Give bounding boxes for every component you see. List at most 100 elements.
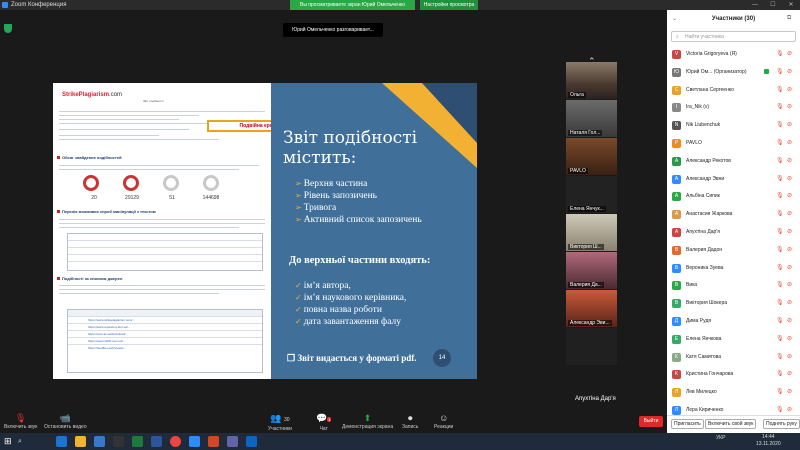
participant-row[interactable]: N Nik Liubenchuk 🎙 ⊘ — [667, 117, 800, 134]
camera-off-icon[interactable]: ⊘ — [787, 388, 792, 395]
participant-row[interactable]: I Ira_Nik (v) 🎙 ⊘ — [667, 99, 800, 116]
video-thumbnail[interactable]: Валерия Дa... — [566, 252, 617, 289]
participant-row[interactable]: Л Лев Милецко 🎙 ⊘ — [667, 384, 800, 401]
unmute-me-button[interactable]: Включить свой звук — [705, 419, 757, 429]
participant-row[interactable]: В Валерия Дадон 🎙 ⊘ — [667, 242, 800, 259]
camera-off-icon[interactable]: ⊘ — [787, 175, 792, 182]
security-shield-icon[interactable] — [4, 24, 12, 33]
mic-muted-icon[interactable]: 🎙 — [776, 370, 784, 377]
search-icon[interactable]: ⌕ — [18, 436, 29, 447]
participant-row[interactable]: V Victoria Grigoryeva (Я) 🎙 ⊘ — [667, 46, 800, 63]
unmute-button[interactable]: 🎙 Включить звук — [4, 412, 37, 430]
mic-muted-icon[interactable]: 🎙 — [776, 246, 784, 253]
camera-off-icon[interactable]: ⊘ — [787, 228, 792, 235]
system-tray-lang[interactable]: УКР — [716, 435, 725, 441]
participant-row[interactable]: В Вероника Зуева 🎙 ⊘ — [667, 260, 800, 277]
video-thumbnail[interactable]: Наталя Гол... — [566, 100, 617, 137]
mic-muted-icon[interactable]: 🎙 — [776, 192, 784, 199]
mic-muted-icon[interactable]: 🎙 — [776, 157, 784, 164]
mic-muted-icon[interactable]: 🎙 — [776, 121, 784, 128]
mic-muted-icon[interactable]: 🎙 — [776, 264, 784, 271]
minimize-icon[interactable]: — — [746, 0, 764, 10]
video-thumbnail[interactable]: Ольга — [566, 62, 617, 99]
camera-off-icon[interactable]: ⊘ — [787, 86, 792, 93]
source-link[interactable]: https://www.strikeplagiarism.com/... — [68, 317, 262, 324]
source-link[interactable]: https://www.repository.knu.ua/... — [68, 324, 262, 331]
camera-off-icon[interactable]: ⊘ — [787, 192, 792, 199]
participant-search-input[interactable]: ⌕ Найти участника — [671, 31, 796, 42]
camera-off-icon[interactable]: ⊘ — [787, 103, 792, 110]
participants-button[interactable]: 👥 30 Участники — [268, 412, 292, 432]
mic-muted-icon[interactable]: 🎙 — [776, 175, 784, 182]
participant-row[interactable]: А Апухтіна Дар'я 🎙 ⊘ — [667, 224, 800, 241]
file-explorer-icon[interactable] — [75, 436, 86, 447]
camera-off-icon[interactable]: ⊘ — [787, 353, 792, 360]
close-icon[interactable]: ✕ — [782, 0, 800, 10]
video-thumbnail[interactable]: Александр Эви... — [566, 290, 617, 327]
source-link[interactable]: https://www.ukrlib.com.ua/... — [68, 338, 262, 345]
camera-off-icon[interactable]: ⊘ — [787, 139, 792, 146]
camera-off-icon[interactable]: ⊘ — [787, 121, 792, 128]
video-thumbnail[interactable]: Елена Янчук... — [566, 176, 617, 213]
camera-off-icon[interactable]: ⊘ — [787, 264, 792, 271]
mic-muted-icon[interactable]: 🎙 — [776, 139, 784, 146]
app-icon[interactable] — [94, 436, 105, 447]
view-options-button[interactable]: Настройки просмотра — [420, 0, 478, 10]
camera-off-icon[interactable]: ⊘ — [787, 335, 792, 342]
mic-muted-icon[interactable]: 🎙 — [776, 353, 784, 360]
mic-muted-icon[interactable]: 🎙 — [776, 86, 784, 93]
reactions-button[interactable]: ☺ Реакции — [434, 412, 453, 430]
mic-muted-icon[interactable]: 🎙 — [776, 299, 784, 306]
camera-off-icon[interactable]: ⊘ — [787, 370, 792, 377]
participant-row[interactable]: P PAVLO 🎙 ⊘ — [667, 135, 800, 152]
word-icon[interactable] — [151, 436, 162, 447]
raise-hand-button[interactable]: Поднять руку — [763, 419, 800, 429]
video-thumbnail[interactable] — [566, 328, 617, 365]
stop-video-button[interactable]: 📹 Остановить видео — [44, 412, 87, 430]
participant-row[interactable]: К Катя Самитова 🎙 ⊘ — [667, 349, 800, 366]
share-screen-button[interactable]: ⬆ Демонстрация экрана — [342, 412, 393, 430]
zoom-icon[interactable] — [189, 436, 200, 447]
participant-row[interactable]: К Кристина Гончарова 🎙 ⊘ — [667, 366, 800, 383]
camera-off-icon[interactable]: ⊘ — [787, 406, 792, 413]
mic-muted-icon[interactable]: 🎙 — [776, 210, 784, 217]
chat-button[interactable]: 💬1 Чат — [316, 412, 332, 432]
camera-off-icon[interactable]: ⊘ — [787, 210, 792, 217]
edge-icon[interactable] — [56, 436, 67, 447]
video-thumbnail[interactable]: Виктория Ш... — [566, 214, 617, 251]
mic-muted-icon[interactable]: 🎙 — [776, 281, 784, 288]
excel-icon[interactable] — [132, 436, 143, 447]
mic-muted-icon[interactable]: 🎙 — [776, 68, 784, 75]
camera-off-icon[interactable]: ⊘ — [787, 281, 792, 288]
app-icon[interactable] — [113, 436, 124, 447]
camera-off-icon[interactable]: ⊘ — [787, 317, 792, 324]
invite-button[interactable]: Пригласить — [671, 419, 704, 429]
source-link[interactable]: https://studfile.net/preview/... — [68, 345, 262, 352]
camera-off-icon[interactable]: ⊘ — [787, 50, 792, 57]
camera-off-icon[interactable]: ⊘ — [787, 299, 792, 306]
mic-muted-icon[interactable]: 🎙 — [776, 317, 784, 324]
mic-muted-icon[interactable]: 🎙 — [776, 103, 784, 110]
popout-icon[interactable]: ⧉ — [787, 15, 791, 22]
camera-off-icon[interactable]: ⊘ — [787, 246, 792, 253]
windows-start-icon[interactable]: ⊞ — [4, 436, 15, 447]
video-thumbnail[interactable]: PAVLO — [566, 138, 617, 175]
participant-row[interactable]: Е Елена Янчкова 🎙 ⊘ — [667, 331, 800, 348]
participant-row[interactable]: Д Дима Рудя 🎙 ⊘ — [667, 313, 800, 330]
participant-row[interactable]: С Светлана Сергеенко 🎙 ⊘ — [667, 82, 800, 99]
mic-muted-icon[interactable]: 🎙 — [776, 335, 784, 342]
teams-icon[interactable] — [227, 436, 238, 447]
leave-meeting-button[interactable]: Выйти — [639, 416, 663, 427]
camera-off-icon[interactable]: ⊘ — [787, 157, 792, 164]
participant-row[interactable]: А Александр Рекотов 🎙 ⊘ — [667, 153, 800, 170]
participant-row[interactable]: А Александр Эвни 🎙 ⊘ — [667, 171, 800, 188]
participant-row[interactable]: Ю Юрий Ом... (Организатор) 🎙 ⊘ — [667, 64, 800, 81]
mic-muted-icon[interactable]: 🎙 — [776, 50, 784, 57]
participant-row[interactable]: А Альбіна Сипик 🎙 ⊘ — [667, 188, 800, 205]
powerpoint-icon[interactable] — [208, 436, 219, 447]
participant-row[interactable]: А Анастасия Жаркова 🎙 ⊘ — [667, 206, 800, 223]
camera-off-icon[interactable]: ⊘ — [787, 68, 792, 75]
source-link[interactable]: https://core.ac.uk/download/... — [68, 331, 262, 338]
mic-muted-icon[interactable]: 🎙 — [776, 406, 784, 413]
participant-row[interactable]: В Виктория Шокера 🎙 ⊘ — [667, 295, 800, 312]
